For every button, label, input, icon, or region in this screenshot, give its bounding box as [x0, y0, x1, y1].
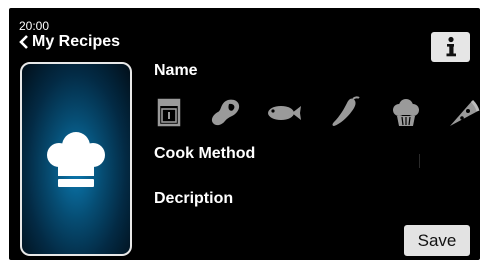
oven-icon	[157, 98, 181, 127]
category-icon-row	[149, 95, 480, 131]
save-button[interactable]: Save	[404, 225, 470, 256]
category-vegetable[interactable]	[324, 95, 364, 131]
chevron-left-icon	[19, 35, 28, 49]
name-label: Name	[154, 62, 198, 79]
info-icon	[446, 36, 456, 57]
pizza-icon	[450, 99, 480, 126]
recipe-editor-screen: 20:00 My Recipes Name Cook Method Decrip…	[9, 8, 480, 260]
category-pizza[interactable]	[442, 95, 480, 131]
back-button[interactable]: My Recipes	[18, 33, 120, 51]
muffin-icon	[393, 99, 419, 126]
category-fish[interactable]	[264, 95, 304, 131]
status-time: 20:00	[19, 19, 50, 33]
vegetable-icon	[332, 96, 360, 126]
description-label: Decription	[154, 190, 234, 207]
cook-method-label: Cook Method	[154, 145, 256, 162]
chef-hat-icon	[47, 132, 105, 187]
category-muffin[interactable]	[386, 95, 426, 131]
cook-method-divider	[419, 154, 420, 168]
fish-icon	[268, 106, 301, 120]
category-meat[interactable]	[205, 95, 245, 131]
back-label: My Recipes	[32, 33, 121, 50]
recipe-image-card[interactable]	[20, 62, 132, 256]
category-oven[interactable]	[149, 95, 189, 131]
info-button[interactable]	[431, 32, 470, 62]
meat-icon	[211, 99, 240, 126]
